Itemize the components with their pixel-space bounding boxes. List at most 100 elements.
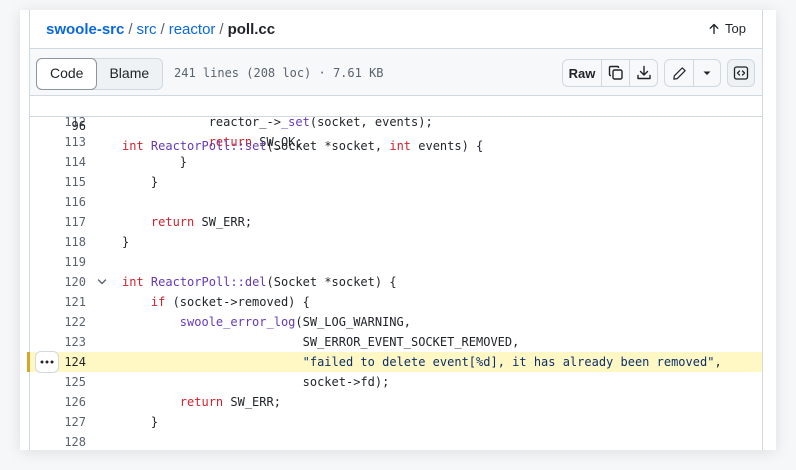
code-line: 125 socket->fd); bbox=[30, 372, 762, 392]
code-text: int ReactorPoll::set(Socket *socket, int… bbox=[122, 136, 483, 156]
edit-button[interactable] bbox=[665, 60, 694, 86]
code-text: SW_ERROR_EVENT_SOCKET_REMOVED, bbox=[122, 332, 520, 352]
file-viewer: swoole-src / src / reactor / poll.cc Top Code … bbox=[27, 10, 763, 450]
raw-button[interactable]: Raw bbox=[563, 60, 602, 86]
code-token: (Socket *socket, bbox=[266, 139, 390, 153]
download-button[interactable] bbox=[630, 60, 657, 86]
code-token: events) { bbox=[411, 139, 484, 153]
line-number[interactable]: 125 bbox=[30, 372, 86, 392]
code-line: 120 int ReactorPoll::del(Socket *socket) … bbox=[30, 272, 762, 292]
breadcrumb-reactor-link[interactable]: reactor bbox=[169, 21, 216, 38]
code-text: return SW_ERR; bbox=[122, 212, 252, 232]
breadcrumb-src-link[interactable]: src bbox=[137, 21, 157, 38]
code-line: 116 bbox=[30, 192, 762, 212]
code-line: 115 } bbox=[30, 172, 762, 192]
back-to-top-label: Top bbox=[725, 21, 746, 36]
code-token: (socket, events); bbox=[309, 115, 433, 129]
code-line: 122 swoole_error_log(SW_LOG_WARNING, bbox=[30, 312, 762, 332]
breadcrumb-separator: / bbox=[128, 21, 133, 38]
line-number[interactable]: 117 bbox=[30, 212, 86, 232]
code-token: , bbox=[714, 355, 722, 369]
code-text: } bbox=[122, 232, 129, 252]
breadcrumb-separator: / bbox=[219, 21, 224, 38]
code-token: SW_ERR; bbox=[223, 395, 281, 409]
line-number[interactable]: 123 bbox=[30, 332, 86, 352]
chevron-down-icon bbox=[703, 71, 711, 75]
code-token: (Socket *socket) { bbox=[266, 275, 397, 289]
code-token: } bbox=[122, 415, 159, 429]
code-token: swoole_error_log bbox=[179, 315, 296, 329]
copy-button[interactable] bbox=[602, 60, 630, 86]
code-line: 127 } bbox=[30, 412, 762, 432]
line-number[interactable]: 96 bbox=[30, 116, 86, 136]
code-text: return SW_ERR; bbox=[122, 392, 281, 412]
line-number[interactable]: 118 bbox=[30, 232, 86, 252]
edit-actions-group bbox=[664, 59, 721, 87]
code-line: 123 SW_ERROR_EVENT_SOCKET_REMOVED, bbox=[30, 332, 762, 352]
code-token: socket->fd); bbox=[122, 375, 390, 389]
copy-icon bbox=[608, 65, 623, 80]
sticky-header-line[interactable]: 96 int ReactorPoll::set(Socket *socket, … bbox=[30, 96, 762, 153]
line-number[interactable]: 116 bbox=[30, 192, 86, 212]
line-number[interactable]: 126 bbox=[30, 392, 86, 412]
line-number[interactable]: 127 bbox=[30, 412, 86, 432]
code-token: } bbox=[122, 175, 159, 189]
blame-tab[interactable]: Blame bbox=[96, 59, 162, 89]
code-tab[interactable]: Code bbox=[36, 58, 98, 90]
code-text: int ReactorPoll::del(Socket *socket) { bbox=[122, 272, 397, 292]
code-token: reactor_-> bbox=[122, 115, 281, 129]
code-token: int bbox=[389, 139, 412, 153]
code-token: "failed to delete event[%d], it has alre… bbox=[302, 355, 715, 369]
code-token: (SW_LOG_WARNING, bbox=[295, 315, 411, 329]
breadcrumb-repo-link[interactable]: swoole-src bbox=[46, 21, 124, 38]
code-token: } bbox=[122, 155, 188, 169]
code-text: } bbox=[122, 412, 158, 432]
line-number[interactable]: 124 bbox=[30, 352, 86, 372]
file-viewer-card: swoole-src / src / reactor / poll.cc Top Code … bbox=[20, 10, 776, 450]
code-view: 112 reactor_->_set(socket, events);113 r… bbox=[27, 96, 762, 450]
code-token: SW_ERR; bbox=[194, 215, 253, 229]
file-meta: 241 lines (208 loc) · 7.61 KB bbox=[174, 66, 384, 80]
line-number[interactable]: 128 bbox=[30, 432, 86, 450]
code-token: _set bbox=[280, 115, 310, 129]
code-token: if bbox=[150, 295, 166, 309]
line-number[interactable]: 122 bbox=[30, 312, 86, 332]
code-token: int bbox=[122, 275, 144, 289]
code-token: return bbox=[150, 215, 195, 229]
arrow-up-icon bbox=[709, 23, 719, 35]
pencil-icon bbox=[672, 66, 686, 80]
fold-chevron-icon[interactable] bbox=[96, 272, 108, 292]
code-text: "failed to delete event[%d], it has alre… bbox=[122, 352, 722, 372]
code-line: 118} bbox=[30, 232, 762, 252]
line-number[interactable]: 120 bbox=[30, 272, 86, 292]
breadcrumb-current-file: poll.cc bbox=[227, 21, 276, 38]
edit-options-dropdown[interactable] bbox=[694, 60, 720, 86]
code-token: return bbox=[179, 395, 224, 409]
back-to-top-link[interactable]: Top bbox=[708, 19, 746, 39]
code-token: int bbox=[122, 139, 144, 153]
line-number[interactable]: 119 bbox=[30, 252, 86, 272]
code-token: SW_ERROR_EVENT_SOCKET_REMOVED, bbox=[122, 335, 520, 349]
code-line: 126 return SW_ERR; bbox=[30, 392, 762, 412]
code-line: 119 bbox=[30, 252, 762, 272]
symbols-panel-button[interactable] bbox=[727, 59, 755, 87]
code-token: } bbox=[122, 235, 130, 249]
code-token: (socket->removed) { bbox=[165, 295, 310, 309]
code-line: 121 if (socket->removed) { bbox=[30, 292, 762, 312]
code-line: 117 return SW_ERR; bbox=[30, 212, 762, 232]
line-number[interactable]: 121 bbox=[30, 292, 86, 312]
symbols-panel-icon bbox=[733, 66, 749, 80]
code-token: ReactorPoll::del bbox=[150, 275, 267, 289]
code-text: if (socket->removed) { bbox=[122, 292, 310, 312]
file-toolbar: Code Blame 241 lines (208 loc) · 7.61 KB… bbox=[30, 48, 762, 96]
breadcrumb: swoole-src / src / reactor / poll.cc bbox=[46, 20, 275, 40]
code-text: } bbox=[122, 172, 158, 192]
code-line: 124 "failed to delete event[%d], it has … bbox=[27, 351, 762, 373]
